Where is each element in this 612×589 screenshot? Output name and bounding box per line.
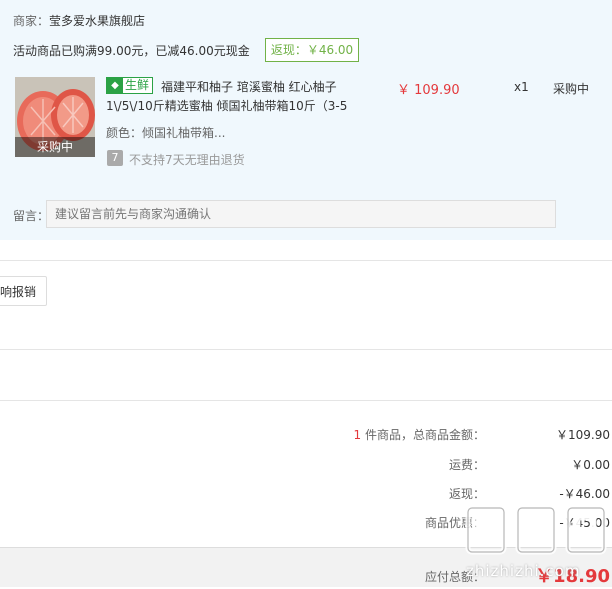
goods-count: 1 [353,428,362,442]
fresh-badge: ◆ 生鲜 [106,77,154,94]
shipping-label: 运费： [448,458,485,472]
no-return-icon: 7 [107,150,123,166]
payable-amount: ￥18.90 [535,566,610,587]
product-title-line2[interactable]: 1\/5\/10斤精选蜜柚 倾国礼柚带箱10斤（3-5 [106,97,391,114]
rebate-label: 返现： [448,487,485,501]
product-quantity: x1 [514,80,529,94]
goods-total: ￥109.90 [556,428,610,442]
merchant-label: 商家： [13,14,50,28]
product-price: ￥ 109.90 [397,83,460,98]
rebate-badge: 返现：￥46.00 [265,38,359,62]
message-label: 留言： [13,209,50,223]
merchant-row: 商家：莹多爱水果旗舰店 [13,12,145,29]
discount-label: 商品优惠： [424,516,485,530]
product-thumbnail[interactable]: 采购中 [15,77,95,157]
merchant-name[interactable]: 莹多爱水果旗舰店 [49,14,145,28]
thumb-status-overlay: 采购中 [15,137,95,157]
promotion-text: 活动商品已购满99.00元，已减46.00元现金 [13,44,250,58]
rebate-value: -￥46.00 [559,487,610,501]
product-color: 颜色：倾国礼柚带箱... [106,126,226,140]
report-button[interactable]: 响报销 [0,276,47,306]
goods-count-suffix: 件商品，总商品金额： [364,428,485,442]
shipping-value: ￥0.00 [571,458,610,472]
divider [0,400,612,401]
payable-bar [0,547,612,587]
divider [0,260,612,261]
fresh-icon: ◆ [107,78,123,93]
product-title-line1[interactable]: 福建平和柚子 琯溪蜜柚 红心柚子 [161,78,391,95]
divider [0,349,612,350]
goods-count-row: 1 件商品，总商品金额： [354,426,485,443]
fresh-badge-text: 生鲜 [125,78,150,92]
discount-value: -￥45.00 [559,516,610,530]
payable-label: 应付总额： [424,570,485,584]
message-input[interactable] [46,200,556,228]
return-policy: 不支持7天无理由退货 [129,153,245,167]
purchase-status: 采购中 [553,82,590,96]
